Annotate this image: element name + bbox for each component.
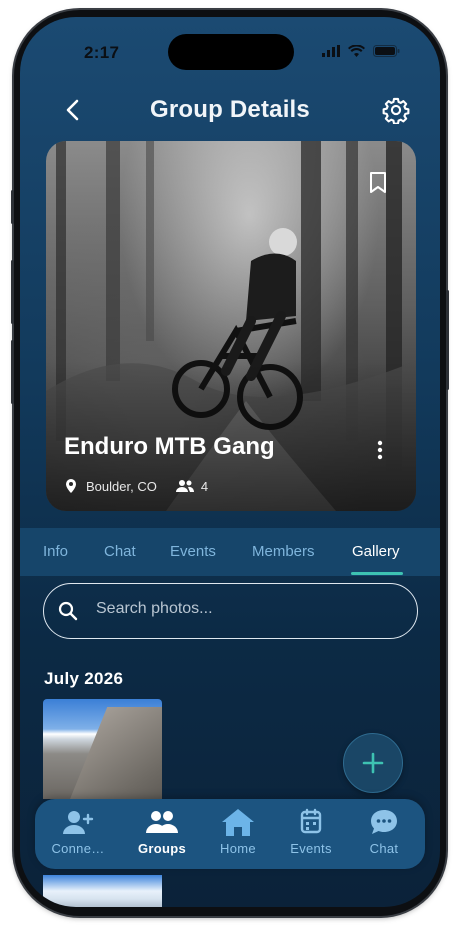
plus-icon <box>362 752 384 774</box>
nav-chat[interactable]: Chat <box>349 807 419 856</box>
group-cover-image[interactable]: Enduro MTB Gang Boulder, CO 4 <box>46 141 416 511</box>
power-button <box>446 290 449 390</box>
nav-connect-label: Conne… <box>51 841 105 856</box>
gear-icon <box>382 97 410 125</box>
signal-icon <box>322 45 340 57</box>
tab-info[interactable]: Info <box>43 543 68 560</box>
battery-icon <box>373 45 400 57</box>
gallery-photo-sky[interactable] <box>43 875 162 907</box>
calendar-icon <box>300 808 322 834</box>
members-icon <box>175 480 194 492</box>
tab-gallery[interactable]: Gallery <box>352 543 400 560</box>
tab-chat[interactable]: Chat <box>104 543 136 560</box>
gallery-photo-rock-ridge[interactable] <box>43 699 162 799</box>
nav-connect[interactable]: Conne… <box>43 807 113 856</box>
more-options-button[interactable] <box>374 439 386 461</box>
nav-home[interactable]: Home <box>203 807 273 856</box>
search-bar[interactable] <box>43 583 418 639</box>
search-icon <box>58 601 78 621</box>
bookmark-icon <box>370 172 386 193</box>
nav-home-label: Home <box>220 841 256 856</box>
groups-icon <box>146 811 178 833</box>
tab-events[interactable]: Events <box>170 543 216 560</box>
bookmark-button[interactable] <box>368 171 388 195</box>
nav-groups-label: Groups <box>137 841 187 856</box>
active-tab-indicator <box>351 572 403 575</box>
app-screen: 2:17 Group Details Enduro MTB Gang Bould… <box>20 17 440 907</box>
home-icon <box>222 809 254 836</box>
chat-bubble-icon <box>371 810 397 834</box>
gallery-section-title: July 2026 <box>44 669 124 688</box>
status-time: 2:17 <box>84 43 120 62</box>
nav-events[interactable]: Events <box>276 807 346 856</box>
volume-down-button <box>11 340 14 404</box>
group-name: Enduro MTB Gang <box>64 433 275 460</box>
mute-switch <box>11 190 14 224</box>
more-vertical-icon <box>377 440 383 460</box>
nav-events-label: Events <box>290 841 332 856</box>
wifi-icon <box>348 45 365 57</box>
dynamic-island <box>168 34 294 70</box>
connect-icon <box>63 811 94 834</box>
page-title: Group Details <box>150 96 310 123</box>
nav-chat-label: Chat <box>369 841 399 856</box>
location-pin-icon <box>66 479 76 493</box>
nav-groups[interactable]: Groups <box>127 807 197 856</box>
group-member-count: 4 <box>200 478 209 494</box>
status-icons <box>322 45 400 57</box>
group-location: Boulder, CO <box>86 478 157 494</box>
add-photo-button[interactable] <box>343 733 403 793</box>
tab-members[interactable]: Members <box>252 543 315 560</box>
tab-bar: Info Chat Events Members Gallery <box>20 528 440 576</box>
search-input[interactable] <box>96 600 396 618</box>
bottom-navigation: Conne… Groups Home Events Chat <box>35 799 425 869</box>
volume-up-button <box>11 260 14 324</box>
group-meta: Boulder, CO 4 <box>64 478 208 494</box>
settings-button[interactable] <box>382 96 410 125</box>
rock-ridge-shape <box>58 707 162 799</box>
